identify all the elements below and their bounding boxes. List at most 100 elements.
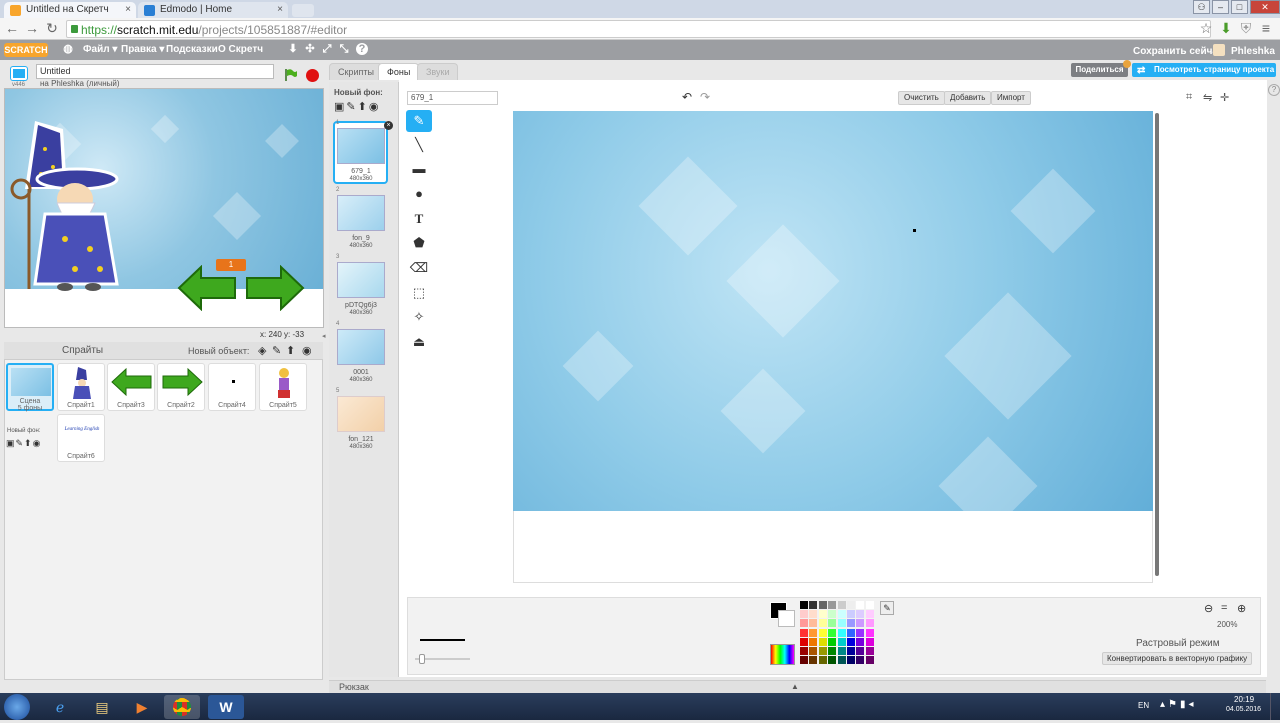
color-swatch[interactable] [800,610,808,619]
chrome-icon[interactable] [164,695,200,719]
color-swatch[interactable] [865,628,874,637]
backdrop-item[interactable]: 1 679_1 480x360 [329,120,399,187]
color-swatch[interactable] [818,619,827,628]
zoom-reset-icon[interactable]: = [1221,602,1227,614]
text-tool-icon[interactable]: T [406,208,432,230]
color-swatch[interactable] [865,601,874,609]
zoom-out-icon[interactable]: ⊖ [1204,602,1213,615]
color-swatch[interactable] [800,647,808,655]
color-swatch[interactable] [809,656,818,665]
menu-about[interactable]: О Скретч [218,44,263,55]
color-swatch[interactable] [828,656,837,665]
scratch-logo[interactable]: SCRATCH [4,43,48,57]
green-flag-icon[interactable] [284,68,298,82]
choose-sprite-icon[interactable]: ◈ [258,344,266,357]
color-swatch[interactable] [837,656,846,665]
eyedropper-icon[interactable]: ✎ [880,601,894,615]
sprite-tile[interactable]: Спрайт4 [208,363,256,411]
color-swatch[interactable] [856,656,865,665]
backdrop-item[interactable]: 2 fon_9 480x360 [329,187,399,254]
color-swatch[interactable] [837,647,846,655]
paint-sprite-icon[interactable]: ✎ [272,344,281,357]
backpack-bar[interactable]: Рюкзак ▲ [329,680,1266,693]
media-player-icon[interactable]: ▶ [124,695,160,719]
color-swatch[interactable] [818,601,827,609]
bookmark-star-icon[interactable]: ☆ [1198,20,1214,36]
backdrop-tools-icons[interactable]: ▣✎⬆◉ [6,438,41,449]
backdrop-item[interactable]: 5 fon_121 480x360 [329,388,399,455]
sprite-tile[interactable]: Learning English Спрайт6 [57,414,105,462]
add-button[interactable]: Добавить [944,91,992,105]
color-swatch[interactable] [800,628,808,637]
color-swatch[interactable] [828,637,837,646]
secondary-color-swatch[interactable] [778,610,795,627]
fullscreen-icon[interactable] [11,67,27,80]
color-swatch[interactable] [856,610,865,619]
close-window-icon[interactable]: ✕ [1250,0,1280,14]
camera-icon[interactable]: ◉ [302,344,312,357]
tab-backdrops[interactable]: Фоны [378,63,420,80]
scene-tile[interactable]: Сцена 5 фоны [6,363,54,412]
shrink-icon[interactable]: ⤡ [338,43,350,55]
upload-sprite-icon[interactable]: ⬆ [286,344,295,357]
rectangle-tool-icon[interactable]: ▬ [406,158,432,180]
backdrop-name-input[interactable]: 679_1 [407,91,498,105]
close-tab-icon[interactable]: × [125,4,131,15]
color-swatch[interactable] [856,628,865,637]
canvas-scrollbar[interactable] [1155,113,1159,576]
color-swatch[interactable] [818,610,827,619]
color-swatch[interactable] [800,619,808,628]
language-indicator[interactable]: EN [1138,701,1149,710]
color-swatch[interactable] [809,628,818,637]
color-swatch[interactable] [837,637,846,646]
sprite-tile[interactable]: Спрайт2 [157,363,205,411]
help-icon[interactable]: ? [1268,84,1280,96]
slider-handle[interactable] [419,654,425,664]
color-swatch[interactable] [865,647,874,655]
color-swatch[interactable] [865,637,874,646]
wizard-sprite[interactable] [5,119,133,294]
color-picker-gradient[interactable] [770,644,795,665]
color-swatch[interactable] [847,628,855,637]
show-desktop-button[interactable] [1270,693,1280,720]
color-swatch[interactable] [856,619,865,628]
color-swatch[interactable] [865,619,874,628]
color-swatch[interactable] [818,628,827,637]
new-tab-button[interactable] [292,4,314,17]
explorer-icon[interactable]: ▤ [84,695,120,719]
ellipse-tool-icon[interactable]: ● [406,183,432,205]
reload-icon[interactable]: ↻ [44,20,60,36]
crop-icon[interactable]: ⌗ [1186,91,1192,104]
color-swatch[interactable] [828,601,837,609]
set-center-icon[interactable]: ✛ [1220,91,1229,104]
flip-horizontal-icon[interactable]: ⇋ [1203,91,1212,104]
color-swatch[interactable] [837,610,846,619]
forward-arrow-icon[interactable]: → [24,20,40,36]
line-tool-icon[interactable]: ╲ [406,134,432,156]
color-swatch[interactable] [847,601,855,609]
color-swatch[interactable] [818,637,827,646]
sprite-tile[interactable]: Спрайт1 [57,363,105,411]
maximize-icon[interactable]: □ [1231,0,1248,14]
help-icon[interactable]: ? [356,43,368,55]
stop-icon[interactable] [306,69,319,82]
share-button[interactable]: Поделиться [1071,63,1128,77]
redo-icon[interactable]: ↷ [700,90,710,104]
user-icon[interactable]: ⚇ [1193,0,1210,14]
back-arrow-icon[interactable]: ← [4,20,20,36]
color-swatch[interactable] [828,610,837,619]
tray-icons[interactable]: ▴⚑▮◂ [1160,699,1197,710]
color-swatch[interactable] [800,637,808,646]
fill-tool-icon[interactable]: ⬟ [406,232,432,254]
start-button[interactable] [4,694,30,720]
select-remove-bg-icon[interactable]: ✧ [406,306,432,328]
convert-to-vector-button[interactable]: Конвертировать в векторную графику [1102,652,1253,665]
ie-icon[interactable]: ℯ [42,695,78,719]
color-swatch[interactable] [800,601,808,609]
shield-icon[interactable]: ⛨ [1238,20,1254,36]
color-swatch[interactable] [809,610,818,619]
duplicate-icon[interactable]: ⬇ [287,43,299,55]
color-palette[interactable] [800,601,875,665]
project-title-input[interactable]: Untitled [36,64,274,79]
tab-scripts[interactable]: Скрипты [329,63,383,80]
